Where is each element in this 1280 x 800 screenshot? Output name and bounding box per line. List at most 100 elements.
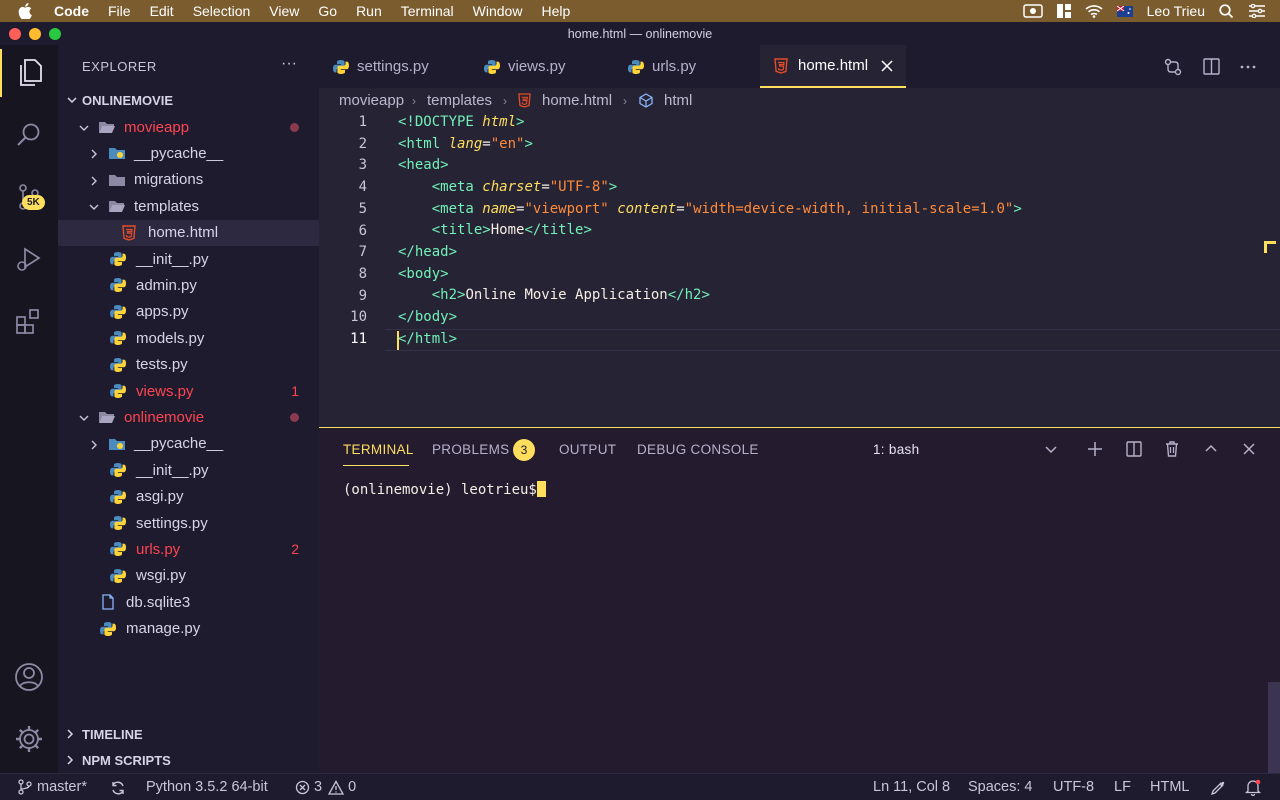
tree-file[interactable]: settings.py — [58, 510, 319, 536]
tree-file[interactable]: home.html — [58, 219, 319, 246]
panel-tab-debug-console[interactable]: DEBUG CONSOLE — [637, 442, 759, 457]
chevron-down-icon[interactable] — [1042, 440, 1060, 458]
tree-file[interactable]: admin.py — [58, 272, 319, 298]
search-activity-button[interactable] — [0, 111, 58, 159]
screen-record-icon[interactable] — [1022, 4, 1043, 18]
menu-selection[interactable]: Selection — [193, 3, 251, 19]
code-editor[interactable]: 1 2 3 4 5 6 7 8 9 10 11 <!DOCTYPE html> <html lang… — [319, 112, 1280, 427]
tab-settings-py[interactable]: settings.py — [319, 45, 469, 88]
flag-icon[interactable] — [1116, 5, 1133, 17]
tree-file[interactable]: db.sqlite3 — [58, 589, 319, 615]
tree-file[interactable]: urls.py 2 — [58, 536, 319, 562]
line-number: 8 — [358, 265, 367, 282]
tab-label: settings.py — [357, 58, 429, 75]
close-icon[interactable] — [1240, 440, 1258, 458]
menu-terminal[interactable]: Terminal — [401, 3, 454, 19]
panel-tab-problems[interactable]: PROBLEMS — [432, 442, 509, 457]
chevron-up-icon[interactable] — [1202, 440, 1220, 458]
notifications-icon[interactable] — [1245, 779, 1261, 796]
timeline-section[interactable]: TIMELINE — [58, 721, 319, 747]
menu-help[interactable]: Help — [541, 3, 570, 19]
menu-go[interactable]: Go — [318, 3, 337, 19]
line-number: 2 — [358, 135, 367, 152]
trash-icon[interactable] — [1163, 440, 1181, 458]
source-control-activity-button[interactable]: 5K — [0, 173, 58, 221]
panel-tab-output[interactable]: OUTPUT — [559, 442, 616, 457]
tree-item-label: tests.py — [136, 356, 188, 374]
sync-icon[interactable] — [110, 781, 126, 795]
breadcrumb-item-home-html[interactable]: home.html — [542, 92, 612, 109]
tree-file[interactable]: apps.py — [58, 299, 319, 325]
breadcrumb-item-html[interactable]: html — [664, 92, 692, 109]
extensions-activity-button[interactable] — [0, 297, 58, 345]
panel-scrollbar[interactable] — [1268, 682, 1280, 774]
terminal-select[interactable]: 1: bash — [873, 442, 919, 457]
new-terminal-icon[interactable] — [1086, 440, 1104, 458]
menu-run[interactable]: Run — [356, 3, 382, 19]
tree-folder[interactable]: migrations — [58, 167, 319, 193]
tree-folder[interactable]: movieapp — [58, 114, 319, 140]
python-file-icon — [110, 330, 126, 346]
window-layout-icon[interactable] — [1056, 4, 1071, 18]
cursor-position[interactable]: Ln 11, Col 8 — [873, 779, 950, 795]
open-changes-icon[interactable] — [1164, 58, 1182, 76]
indentation[interactable]: Spaces: 4 — [968, 779, 1033, 795]
problems-status[interactable]: 3 0 — [295, 779, 356, 795]
tree-folder[interactable]: templates — [58, 193, 319, 219]
chevron-down-icon — [78, 411, 90, 423]
split-terminal-icon[interactable] — [1125, 440, 1143, 458]
tab-home-html[interactable]: home.html — [760, 45, 906, 88]
menubar-user[interactable]: Leo Trieu — [1147, 3, 1205, 19]
split-editor-icon[interactable] — [1203, 58, 1220, 75]
more-actions-button[interactable]: ··· — [281, 55, 297, 73]
tree-file[interactable]: manage.py — [58, 616, 319, 642]
tree-file[interactable]: wsgi.py — [58, 563, 319, 589]
menu-view[interactable]: View — [269, 3, 299, 19]
control-center-icon[interactable] — [1248, 4, 1266, 18]
close-icon[interactable] — [881, 59, 893, 72]
panel-tab-terminal[interactable]: TERMINAL — [343, 442, 414, 457]
encoding[interactable]: UTF-8 — [1053, 779, 1094, 795]
breadcrumb-item-movieapp[interactable]: movieapp — [339, 92, 404, 109]
tree-file[interactable]: tests.py — [58, 352, 319, 378]
pycache-folder-icon — [108, 145, 125, 161]
tab-views-py[interactable]: views.py — [470, 45, 620, 88]
feedback-icon[interactable] — [1210, 780, 1226, 796]
branch-status[interactable]: master* — [18, 779, 87, 795]
accounts-activity-button[interactable] — [0, 653, 58, 701]
tree-item-label: manage.py — [126, 620, 201, 638]
tree-folder[interactable]: __pycache__ — [58, 140, 319, 166]
menu-file[interactable]: File — [108, 3, 131, 19]
end-of-line[interactable]: LF — [1114, 779, 1131, 795]
minimize-window-button[interactable] — [29, 28, 41, 40]
tab-urls-py[interactable]: urls.py — [614, 45, 759, 88]
menu-window[interactable]: Window — [473, 3, 523, 19]
run-debug-activity-button[interactable] — [0, 235, 58, 283]
language-mode[interactable]: HTML — [1150, 779, 1189, 795]
npm-scripts-section[interactable]: NPM SCRIPTS — [58, 747, 319, 773]
tree-file[interactable]: models.py — [58, 325, 319, 351]
tree-file[interactable]: asgi.py — [58, 484, 319, 510]
tree-file[interactable]: views.py 1 — [58, 378, 319, 404]
workspace-root[interactable]: ONLINEMOVIE — [58, 87, 319, 113]
menu-app-name[interactable]: Code — [54, 3, 89, 19]
tree-item-label: models.py — [136, 329, 205, 347]
manage-activity-button[interactable] — [0, 715, 58, 763]
close-window-button[interactable] — [9, 28, 21, 40]
spotlight-search-icon[interactable] — [1219, 3, 1234, 19]
wifi-icon[interactable] — [1085, 4, 1103, 18]
more-actions-icon[interactable] — [1240, 65, 1256, 69]
tree-folder[interactable]: onlinemovie — [58, 404, 319, 430]
python-interpreter[interactable]: Python 3.5.2 64-bit — [146, 779, 268, 795]
tree-folder[interactable]: __pycache__ — [58, 431, 319, 457]
explorer-activity-button[interactable] — [0, 49, 58, 97]
zoom-window-button[interactable] — [49, 28, 61, 40]
tree-file[interactable]: __init__.py — [58, 457, 319, 483]
apple-icon[interactable] — [18, 3, 38, 19]
tree-file[interactable]: __init__.py — [58, 246, 319, 272]
file-icon — [100, 594, 116, 610]
menu-edit[interactable]: Edit — [150, 3, 174, 19]
terminal-output[interactable]: (onlinemovie) leotrieu$ — [343, 481, 546, 498]
breadcrumb-item-templates[interactable]: templates — [427, 92, 492, 109]
problem-count: 1 — [291, 383, 299, 399]
